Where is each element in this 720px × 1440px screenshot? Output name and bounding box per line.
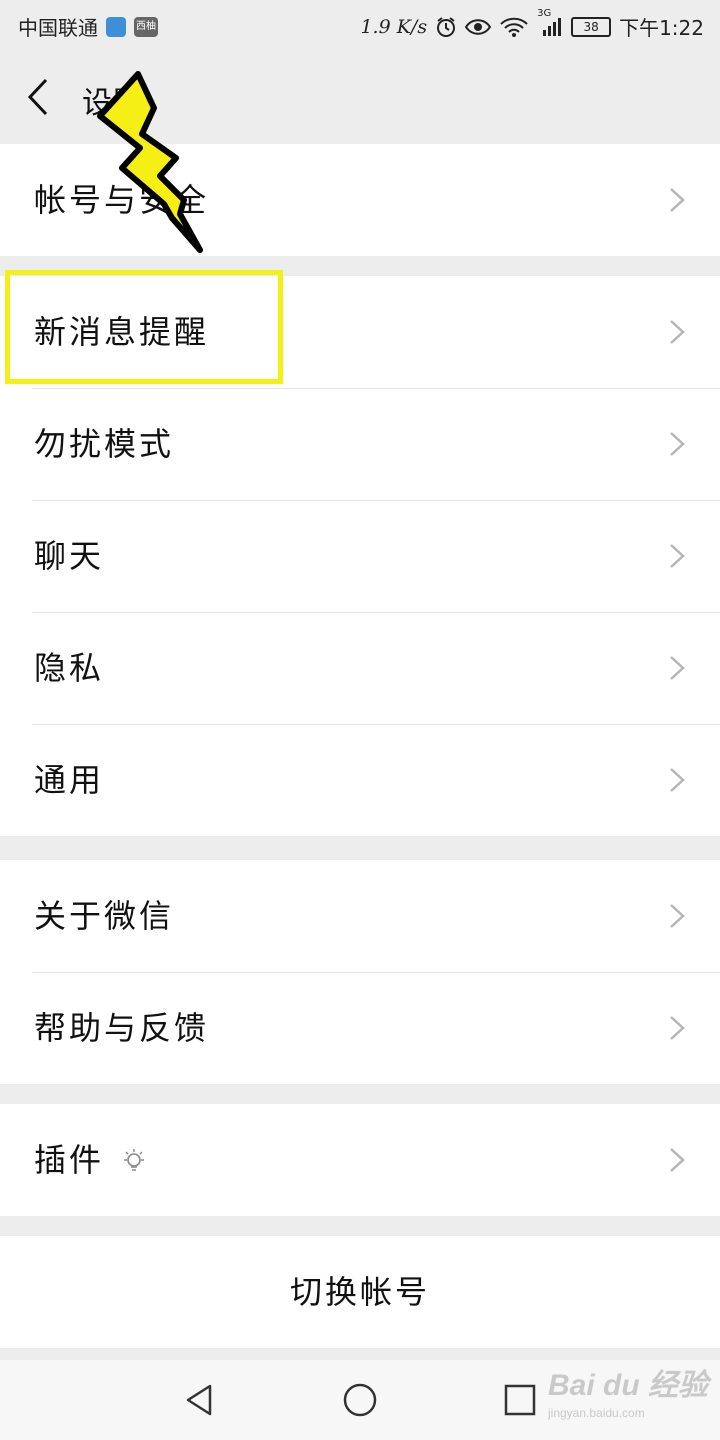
settings-item-about-wechat[interactable]: 关于微信	[0, 860, 720, 972]
settings-item-do-not-disturb[interactable]: 勿扰模式	[0, 388, 720, 500]
cell-signal-icon: 3G	[537, 8, 563, 38]
switch-account-label: 切换帐号	[289, 1273, 430, 1311]
back-button[interactable]	[22, 74, 62, 120]
settings-item-label: 帐号与安全	[34, 181, 210, 219]
chevron-right-icon	[670, 188, 685, 212]
settings-item-label: 通用	[34, 761, 105, 799]
settings-item-new-message-alerts[interactable]: 新消息提醒	[0, 276, 720, 388]
chevron-right-icon	[670, 432, 685, 456]
settings-item-account-security[interactable]: 帐号与安全	[0, 144, 720, 256]
eye-comfort-icon	[465, 18, 492, 35]
chevron-right-icon	[670, 1148, 685, 1172]
nav-home-button[interactable]	[340, 1380, 380, 1420]
page-title: 设置	[82, 86, 142, 121]
carrier-label: 中国联通	[18, 16, 98, 40]
chevron-right-icon	[670, 656, 685, 680]
status-bar: 中国联通 西柚 1.9 K/s 3G 38 下午1:22	[0, 0, 720, 50]
settings-group-account: 帐号与安全	[0, 144, 720, 256]
battery-icon: 38	[571, 16, 612, 37]
clock-label: 下午1:22	[619, 16, 704, 40]
triangle-back-icon	[186, 1384, 212, 1416]
chevron-right-icon	[670, 320, 685, 344]
settings-item-plugins[interactable]: 插件	[0, 1104, 720, 1216]
wifi-icon	[500, 17, 528, 37]
chevron-right-icon	[670, 544, 685, 568]
battery-level: 38	[583, 19, 599, 34]
settings-item-label: 新消息提醒	[34, 313, 210, 351]
system-nav-bar	[0, 1360, 720, 1440]
settings-item-label: 聊天	[34, 537, 105, 575]
alarm-icon	[437, 16, 456, 37]
settings-item-label: 勿扰模式	[34, 425, 175, 463]
settings-item-label: 关于微信	[34, 897, 175, 935]
switch-account-section: 切换帐号	[0, 1236, 720, 1348]
square-recents-icon	[504, 1384, 536, 1416]
settings-item-label: 隐私	[34, 649, 105, 687]
lightbulb-icon	[124, 1149, 144, 1171]
title-bar: 设置	[0, 50, 720, 144]
chevron-right-icon	[670, 768, 685, 792]
switch-account-button[interactable]: 切换帐号	[0, 1236, 720, 1348]
settings-group-main: 新消息提醒 勿扰模式 聊天 隐私 通用	[0, 276, 720, 836]
settings-item-label: 插件	[34, 1141, 105, 1179]
nav-recents-button[interactable]	[500, 1380, 540, 1420]
settings-item-label: 帮助与反馈	[34, 1009, 210, 1047]
chevron-right-icon	[670, 904, 685, 928]
settings-item-general[interactable]: 通用	[0, 724, 720, 836]
settings-item-privacy[interactable]: 隐私	[0, 612, 720, 724]
settings-item-chats[interactable]: 聊天	[0, 500, 720, 612]
chevron-left-icon	[27, 78, 48, 116]
circle-home-icon	[343, 1383, 377, 1417]
settings-group-plugins: 插件	[0, 1104, 720, 1216]
nav-back-button[interactable]	[180, 1380, 220, 1420]
net-speed: 1.9 K/s	[360, 15, 428, 38]
shield-app-icon	[106, 16, 126, 37]
app-badge: 西柚	[134, 16, 158, 37]
chevron-right-icon	[670, 1016, 685, 1040]
settings-item-help-feedback[interactable]: 帮助与反馈	[0, 972, 720, 1084]
settings-group-about: 关于微信 帮助与反馈	[0, 860, 720, 1084]
